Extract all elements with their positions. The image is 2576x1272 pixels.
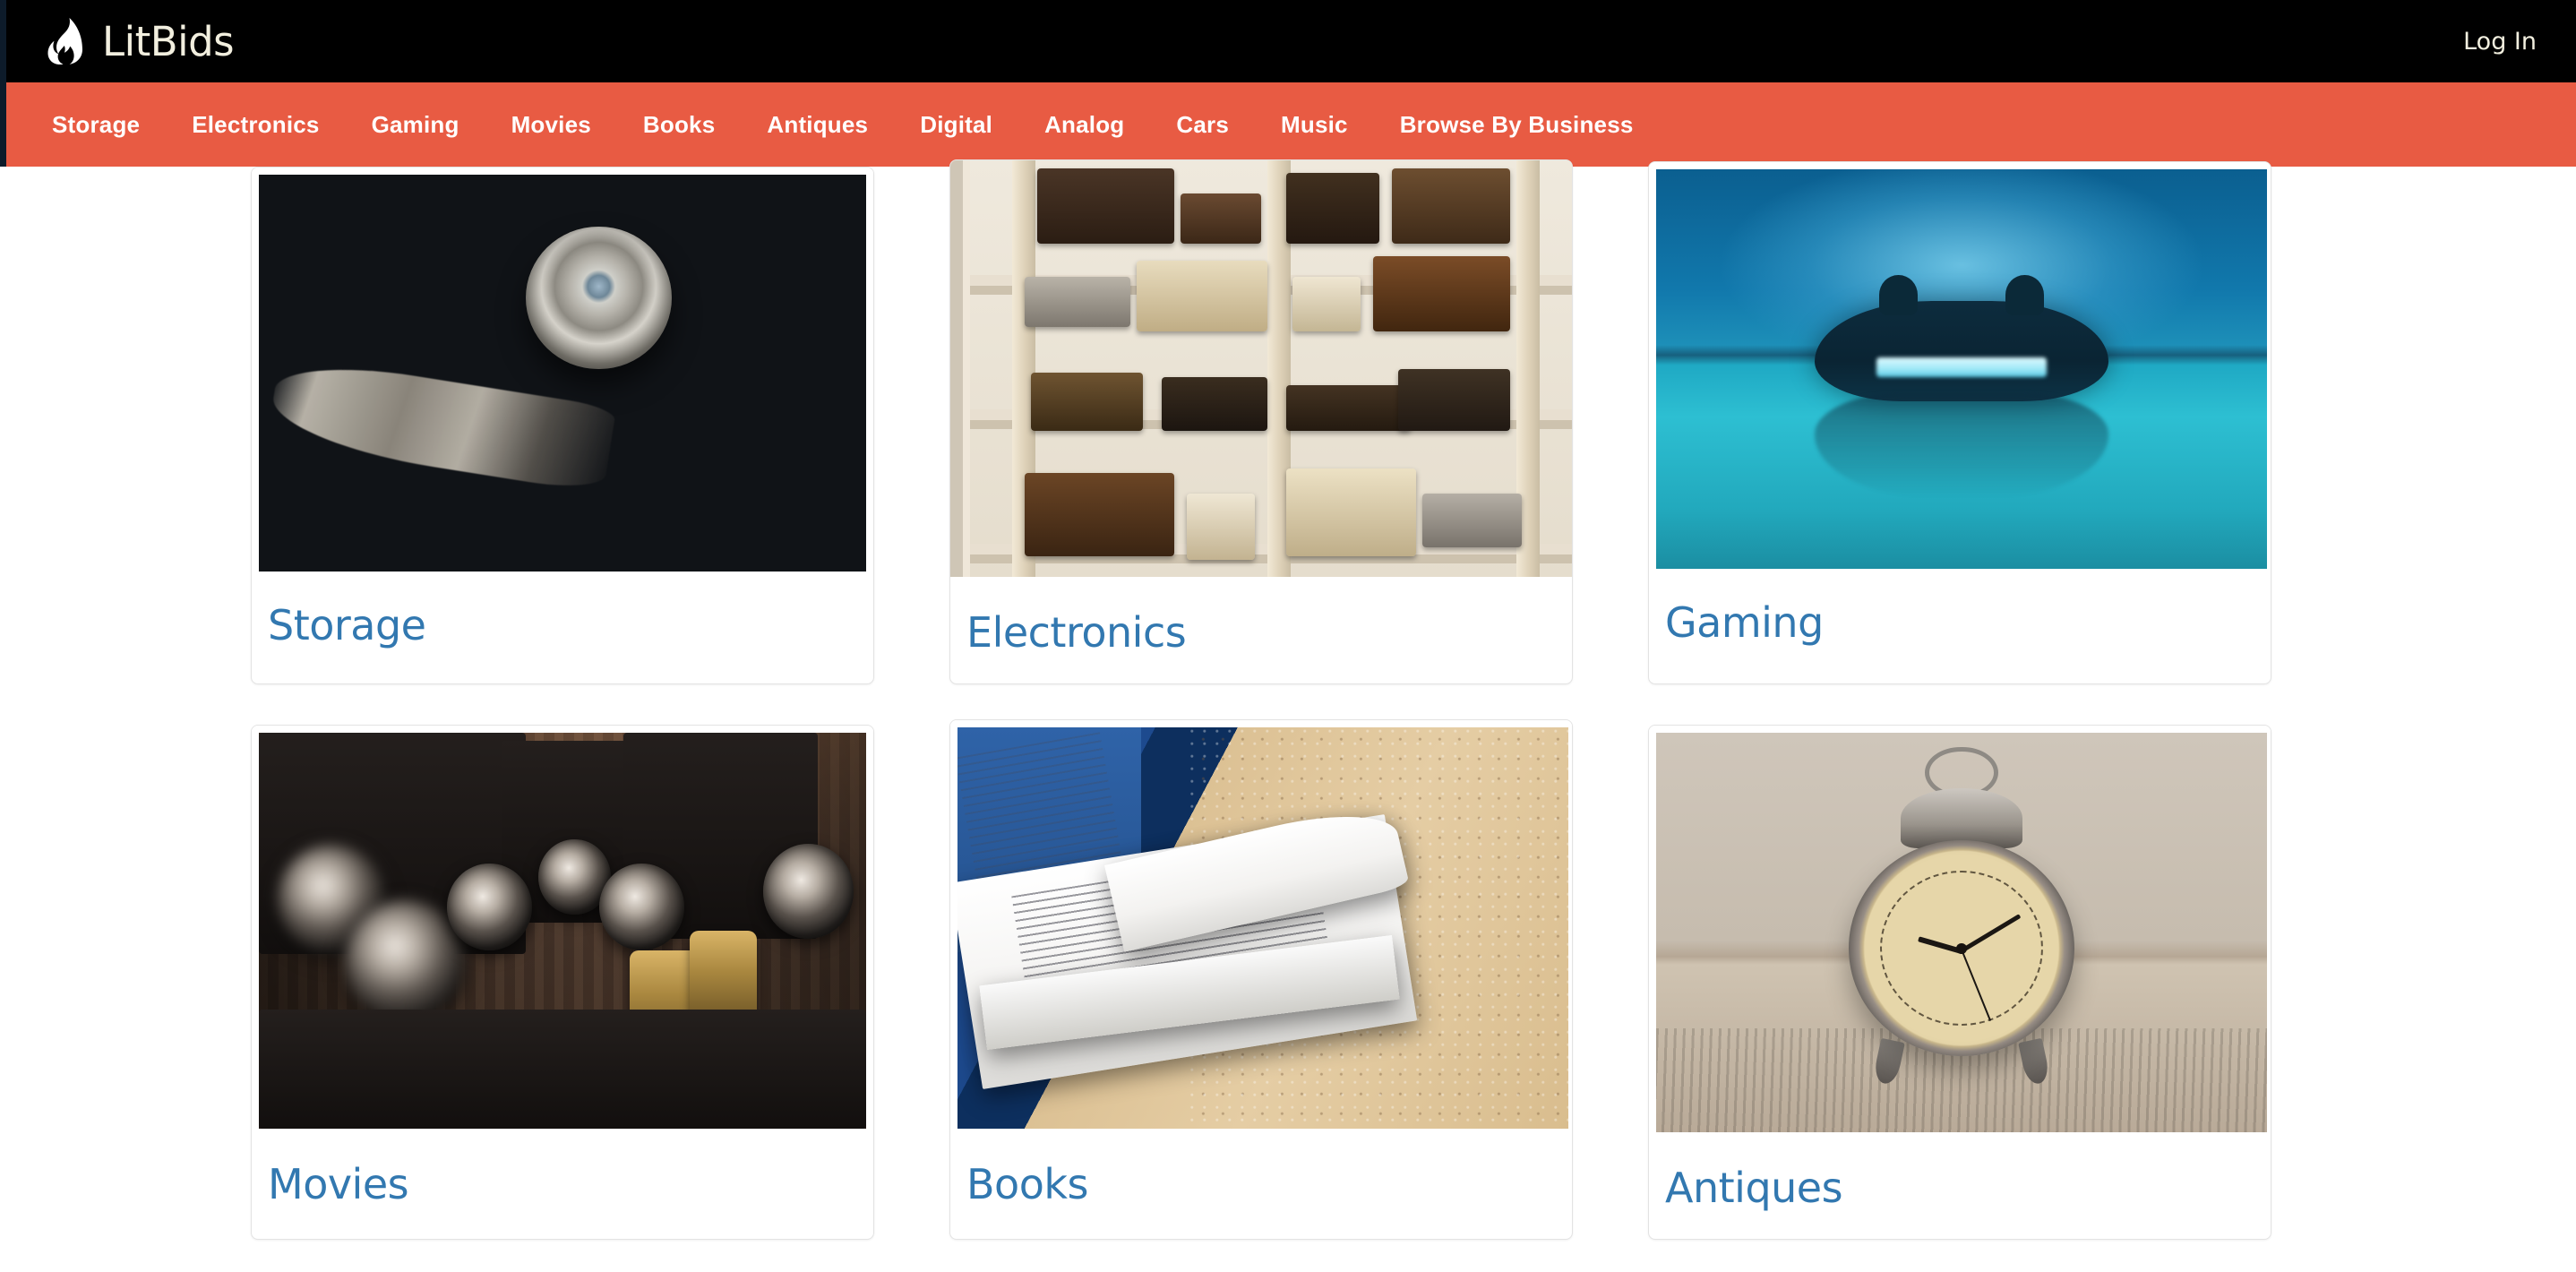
nav-item-digital[interactable]: Digital	[920, 102, 992, 148]
category-card-body: Gaming	[1649, 569, 2271, 683]
category-card-title: Movies	[268, 1159, 409, 1208]
vintage-cameras-image	[259, 732, 866, 1129]
nav-item-storage[interactable]: Storage	[52, 102, 140, 148]
category-navbar: Storage Electronics Gaming Movies Books …	[0, 82, 2576, 167]
category-card-antiques[interactable]: Antiques	[1648, 724, 2271, 1240]
category-card-gaming[interactable]: Gaming	[1648, 161, 2271, 684]
category-card-body: Books	[950, 1129, 1572, 1239]
nav-item-analog[interactable]: Analog	[1044, 102, 1124, 148]
brand-logo-link[interactable]: LitBids	[45, 17, 235, 65]
nav-item-books[interactable]: Books	[643, 102, 715, 148]
nav-item-gaming[interactable]: Gaming	[372, 102, 459, 148]
category-card-title: Storage	[268, 601, 426, 649]
log-in-link[interactable]: Log In	[2460, 21, 2540, 63]
category-card-title: Electronics	[966, 608, 1187, 657]
category-grid-section: Storage Electronics Gaming Movies Books …	[0, 159, 2576, 1272]
category-card-media	[950, 160, 1572, 577]
site-header: LitBids Log In	[0, 0, 2576, 82]
game-controller-image	[1656, 169, 2267, 569]
vintage-radios-image	[950, 160, 1572, 577]
nav-item-movies[interactable]: Movies	[511, 102, 591, 148]
category-card-media	[950, 719, 1572, 1129]
category-card-electronics[interactable]: Electronics	[949, 159, 1573, 684]
viewport-left-edge-strip	[0, 0, 6, 167]
category-card-media	[1649, 162, 2271, 569]
category-card-body: Storage	[252, 572, 873, 683]
flame-icon	[47, 18, 83, 64]
nav-item-browse-by-business[interactable]: Browse By Business	[1400, 102, 1634, 148]
category-card-movies[interactable]: Movies	[251, 724, 874, 1240]
category-card-title: Antiques	[1665, 1163, 1843, 1212]
open-book-on-sand-image	[957, 726, 1568, 1129]
nav-item-music[interactable]: Music	[1281, 102, 1348, 148]
antique-alarm-clock-image	[1656, 732, 2267, 1132]
brand-name: LitBids	[102, 17, 235, 65]
category-card-grid: Storage Electronics Gaming Movies Books …	[0, 159, 2576, 1272]
category-card-media	[252, 725, 873, 1129]
category-card-body: Antiques	[1649, 1132, 2271, 1239]
category-card-storage[interactable]: Storage	[251, 167, 874, 684]
category-card-body: Movies	[252, 1129, 873, 1239]
category-card-body: Electronics	[950, 577, 1572, 683]
category-card-title: Gaming	[1665, 598, 1824, 647]
category-card-title: Books	[966, 1159, 1088, 1208]
category-card-media	[252, 168, 873, 572]
nav-item-antiques[interactable]: Antiques	[767, 102, 868, 148]
nav-item-electronics[interactable]: Electronics	[192, 102, 319, 148]
category-card-media	[1649, 725, 2271, 1132]
hard-drive-platter-image	[259, 175, 866, 572]
category-card-books[interactable]: Books	[949, 718, 1573, 1240]
nav-item-cars[interactable]: Cars	[1176, 102, 1229, 148]
